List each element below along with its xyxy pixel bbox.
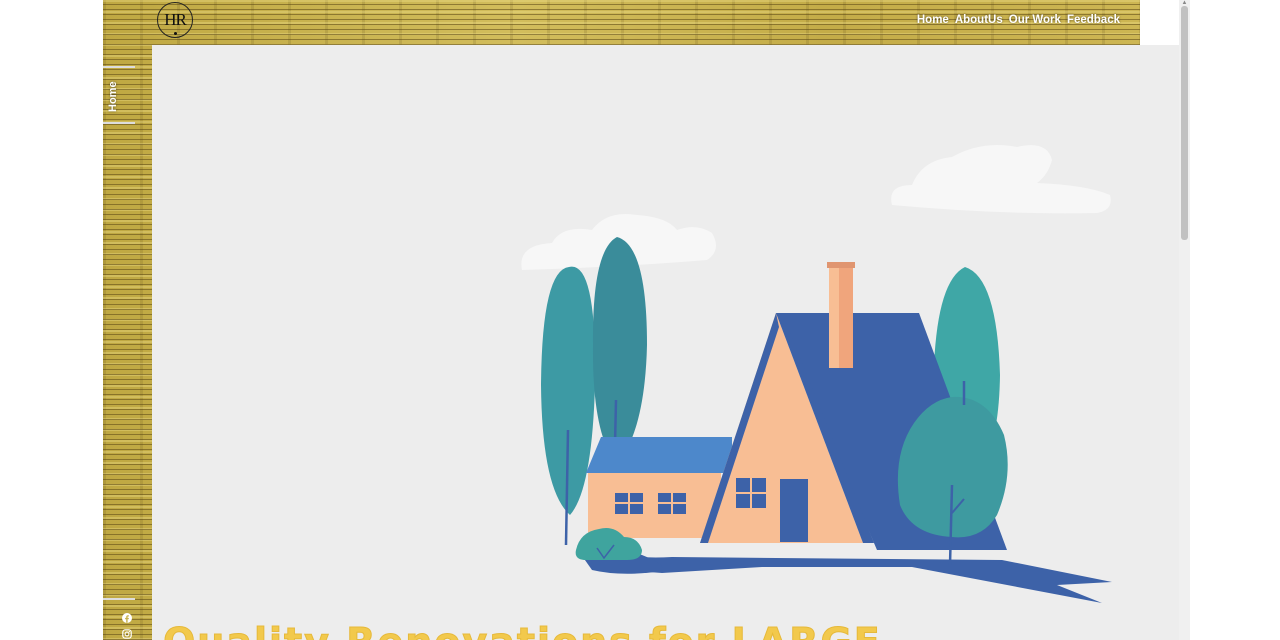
- logo-text: HR: [164, 10, 187, 29]
- header-right-gap: [1140, 0, 1182, 45]
- nav-feedback[interactable]: Feedback: [1067, 14, 1120, 26]
- side-nav-home[interactable]: Home: [103, 66, 135, 124]
- cloud-icon: [891, 144, 1111, 214]
- ground-shadow: [582, 545, 1112, 603]
- logo-dot: [174, 32, 177, 35]
- logo[interactable]: HR: [157, 2, 193, 38]
- tree-icon: [541, 266, 596, 546]
- nav-our-work[interactable]: Our Work: [1009, 14, 1061, 26]
- hero-heading: Quality Renovations for LARGE: [163, 620, 882, 640]
- house-illustration: [521, 144, 1112, 603]
- facebook-icon[interactable]: [121, 612, 133, 624]
- top-nav: Home AboutUs Our Work Feedback: [917, 14, 1120, 26]
- page: HR Home AboutUs Our Work Feedback Home ▲: [103, 0, 1190, 640]
- nav-home[interactable]: Home: [917, 14, 949, 26]
- side-divider: [103, 598, 135, 600]
- hero-panel: [152, 45, 1179, 640]
- scrollbar-thumb[interactable]: [1181, 6, 1188, 240]
- nav-about-us[interactable]: AboutUs: [955, 14, 1003, 26]
- side-nav-home-label: Home: [107, 81, 119, 112]
- instagram-icon[interactable]: [121, 628, 133, 640]
